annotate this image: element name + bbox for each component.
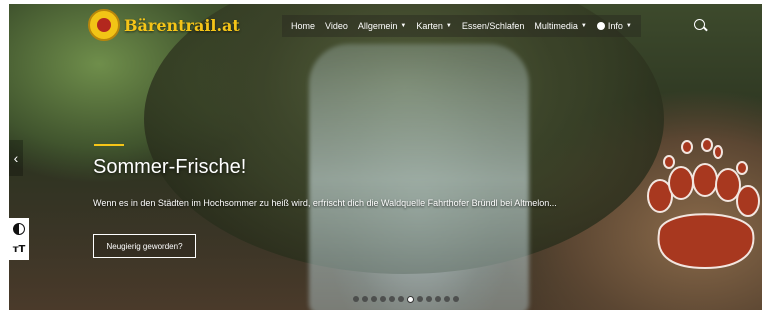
nav-item-home[interactable]: Home	[286, 21, 320, 31]
slider-dot[interactable]	[407, 296, 414, 303]
chevron-down-icon: ▼	[445, 23, 452, 29]
slider-dots	[353, 296, 459, 303]
accent-line	[94, 144, 124, 146]
contrast-icon[interactable]	[13, 222, 25, 235]
nav-item-karten[interactable]: Karten ▼	[411, 21, 456, 31]
nav-label: Karten	[416, 21, 443, 31]
bear-paw-icon	[647, 138, 760, 270]
nav-label: Video	[325, 21, 348, 31]
slider-dot[interactable]	[371, 296, 377, 302]
chevron-left-icon: ‹	[13, 150, 19, 166]
accessibility-toolbar: ᴛT	[9, 218, 29, 260]
nav-item-essen-schlafen[interactable]: Essen/Schlafen	[457, 21, 530, 31]
water-stream	[309, 44, 529, 310]
nav-label: Info	[607, 21, 623, 31]
main-nav: Home Video Allgemein ▼ Karten ▼ Essen/Schl…	[282, 15, 641, 37]
site-logo[interactable]: Bärentrail.at	[88, 9, 240, 41]
slide-text: Wenn es in den Städten im Hochsommer zu …	[93, 198, 557, 208]
nav-item-info[interactable]: Info ▼	[592, 21, 637, 31]
search-icon[interactable]	[694, 19, 705, 30]
chevron-down-icon: ▼	[580, 23, 587, 29]
slider-dot[interactable]	[389, 296, 395, 302]
info-icon	[596, 22, 605, 30]
slider-dot[interactable]	[380, 296, 386, 302]
slider-dot[interactable]	[435, 296, 441, 302]
paw-logo-icon	[88, 9, 120, 41]
chevron-down-icon: ▼	[625, 23, 632, 29]
nav-label: Home	[291, 21, 316, 31]
chevron-down-icon: ▼	[400, 23, 407, 29]
nav-label: Allgemein	[357, 21, 398, 31]
slider-dot[interactable]	[453, 296, 459, 302]
font-size-icon[interactable]: ᴛT	[13, 244, 26, 255]
slider-dot[interactable]	[353, 296, 359, 302]
slider-dot[interactable]	[426, 296, 432, 302]
nav-label: Multimedia	[534, 21, 578, 31]
nav-label: Essen/Schlafen	[461, 21, 525, 31]
read-more-button[interactable]: Neugierig geworden?	[93, 234, 196, 258]
slider-dot[interactable]	[362, 296, 368, 302]
prev-slide-button[interactable]: ‹	[9, 140, 23, 176]
brand-name: Bärentrail.at	[124, 15, 240, 35]
slider-dot[interactable]	[398, 296, 404, 302]
nav-item-multimedia[interactable]: Multimedia ▼	[529, 21, 591, 31]
slider-dot[interactable]	[417, 296, 423, 302]
slider-dot[interactable]	[444, 296, 450, 302]
slide-title: Sommer-Frische!	[93, 156, 247, 178]
nav-item-allgemein[interactable]: Allgemein ▼	[353, 21, 411, 31]
nav-item-video[interactable]: Video	[320, 21, 353, 31]
